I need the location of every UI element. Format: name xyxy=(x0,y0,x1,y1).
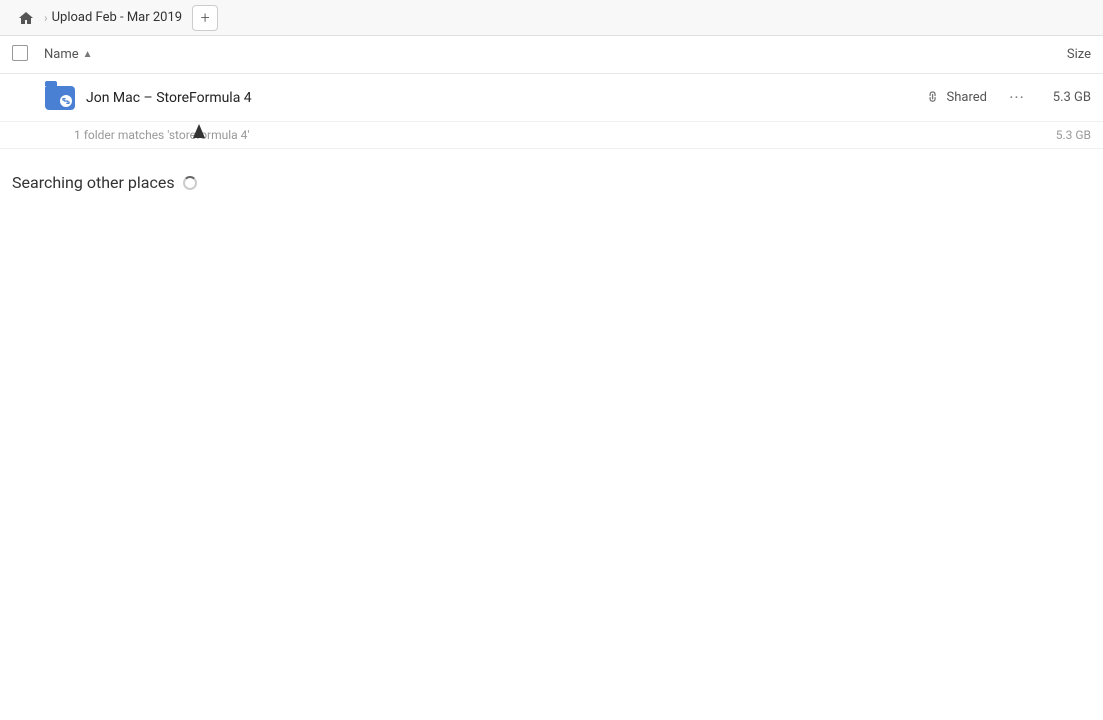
match-size: 5.3 GB xyxy=(1031,128,1091,142)
top-bar: › Upload Feb - Mar 2019 + xyxy=(0,0,1103,36)
file-row[interactable]: Jon Mac – StoreFormula 4 Shared ··· 5.3 … xyxy=(0,74,1103,122)
more-options-icon: ··· xyxy=(1009,88,1025,107)
folder-icon xyxy=(45,86,75,110)
more-options-button[interactable]: ··· xyxy=(1003,84,1031,112)
size-column-header[interactable]: Size xyxy=(1011,47,1091,62)
add-button[interactable]: + xyxy=(192,5,218,31)
file-name: Jon Mac – StoreFormula 4 xyxy=(86,90,927,106)
select-all-checkbox-area[interactable] xyxy=(12,45,44,65)
folder-link-badge xyxy=(60,95,72,107)
searching-spinner xyxy=(183,176,197,190)
shared-label: Shared xyxy=(947,90,987,105)
match-text: 1 folder matches 'storeformula 4' xyxy=(74,128,1031,142)
link-icon xyxy=(922,86,945,109)
breadcrumb-title: Upload Feb - Mar 2019 xyxy=(52,10,183,25)
searching-section: Searching other places xyxy=(0,149,1103,216)
searching-title: Searching other places xyxy=(12,173,1091,192)
size-column-label: Size xyxy=(1067,47,1091,62)
column-header: Name ▲ Size xyxy=(0,36,1103,74)
file-size: 5.3 GB xyxy=(1031,90,1091,105)
shared-area: Shared xyxy=(927,89,987,107)
breadcrumb-chevron: › xyxy=(44,11,48,25)
select-all-checkbox[interactable] xyxy=(12,45,28,61)
home-button[interactable] xyxy=(12,4,40,32)
searching-title-text: Searching other places xyxy=(12,173,175,192)
sort-arrow-icon: ▲ xyxy=(83,49,93,60)
name-column-header[interactable]: Name ▲ xyxy=(44,47,1011,62)
match-info-row: 1 folder matches 'storeformula 4' 5.3 GB xyxy=(0,122,1103,149)
folder-icon-area xyxy=(44,82,76,114)
name-column-label: Name xyxy=(44,47,79,62)
